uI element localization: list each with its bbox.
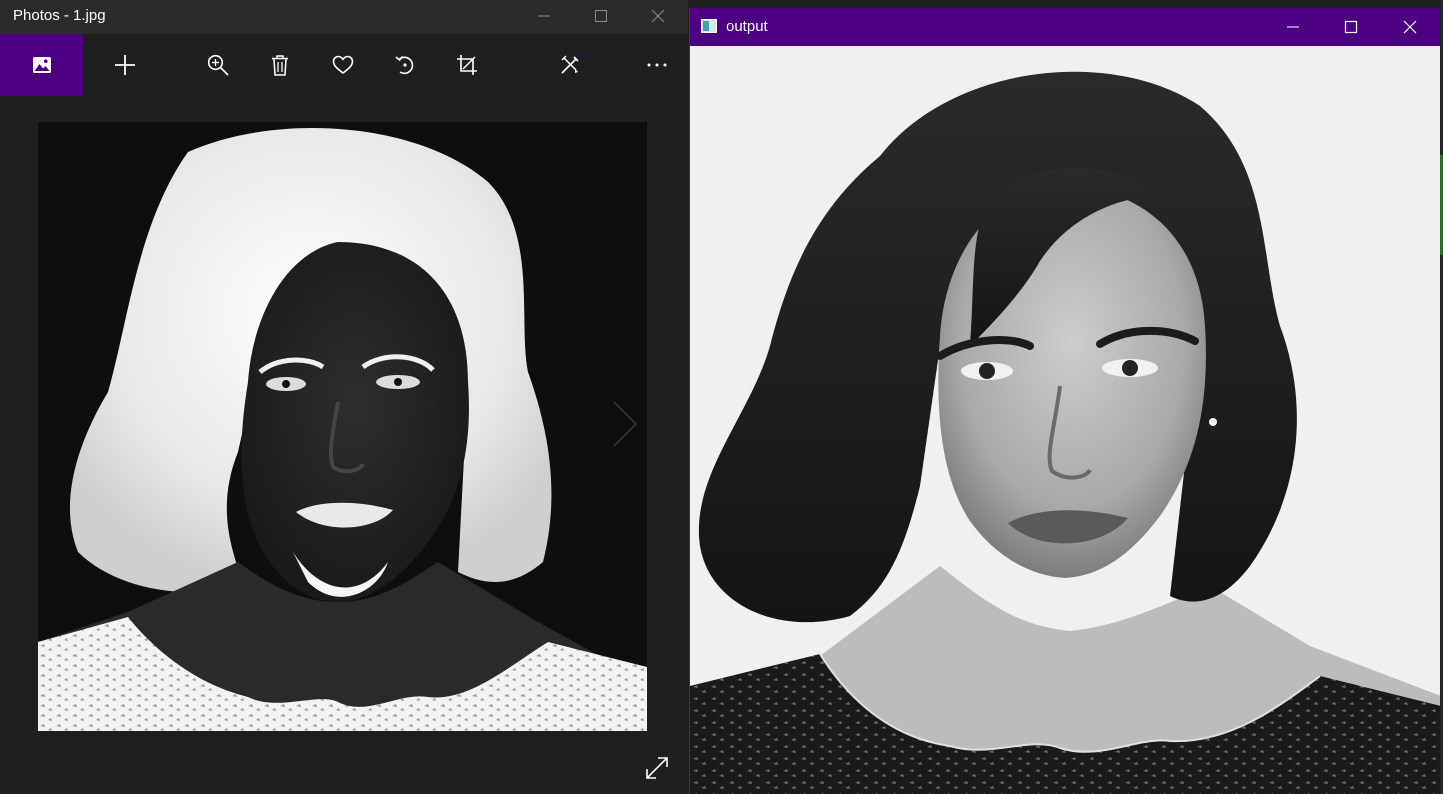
zoom-in-icon [207, 54, 229, 76]
zoom-button[interactable] [190, 34, 246, 96]
more-icon [647, 63, 667, 67]
photos-window-title: Photos - 1.jpg [13, 7, 106, 24]
delete-button[interactable] [252, 34, 308, 96]
photo-viewer [0, 96, 688, 794]
more-options-button[interactable] [629, 34, 685, 96]
edit-tools-icon [561, 55, 587, 74]
photos-close-button[interactable] [630, 0, 686, 32]
output-close-button[interactable] [1381, 8, 1439, 46]
view-collection-button[interactable] [0, 34, 83, 96]
crop-icon [457, 55, 477, 75]
photo-icon [32, 57, 51, 73]
photos-toolbar [0, 34, 688, 96]
edit-button[interactable] [546, 34, 602, 96]
heart-icon [332, 55, 354, 75]
plus-icon [115, 55, 135, 75]
photos-maximize-button[interactable] [573, 0, 629, 32]
output-portrait-image [690, 46, 1441, 794]
favorite-button[interactable] [315, 34, 371, 96]
trash-icon [272, 55, 288, 76]
minimize-icon [538, 15, 550, 17]
rotate-icon [395, 55, 414, 75]
output-titlebar[interactable]: output [690, 8, 1441, 46]
app-window-icon [701, 19, 717, 33]
minimize-icon [1287, 26, 1299, 28]
photos-window: Photos - 1.jpg [0, 0, 688, 794]
output-window: output [689, 8, 1442, 794]
fullscreen-button[interactable] [640, 751, 674, 785]
background-app-strip [688, 0, 1443, 8]
expand-icon [646, 757, 668, 779]
maximize-icon [1344, 20, 1358, 34]
photos-titlebar[interactable]: Photos - 1.jpg [0, 0, 688, 34]
close-icon [1403, 20, 1417, 34]
photos-minimize-button[interactable] [516, 0, 572, 32]
add-to-button[interactable] [97, 34, 153, 96]
output-minimize-button[interactable] [1264, 8, 1322, 46]
close-icon [651, 9, 665, 23]
maximize-icon [595, 10, 607, 22]
rotate-button[interactable] [377, 34, 433, 96]
inverted-portrait-image [38, 122, 647, 731]
crop-button[interactable] [439, 34, 495, 96]
next-image-chevron-icon[interactable] [612, 400, 638, 448]
output-maximize-button[interactable] [1322, 8, 1380, 46]
output-window-title: output [726, 18, 768, 35]
